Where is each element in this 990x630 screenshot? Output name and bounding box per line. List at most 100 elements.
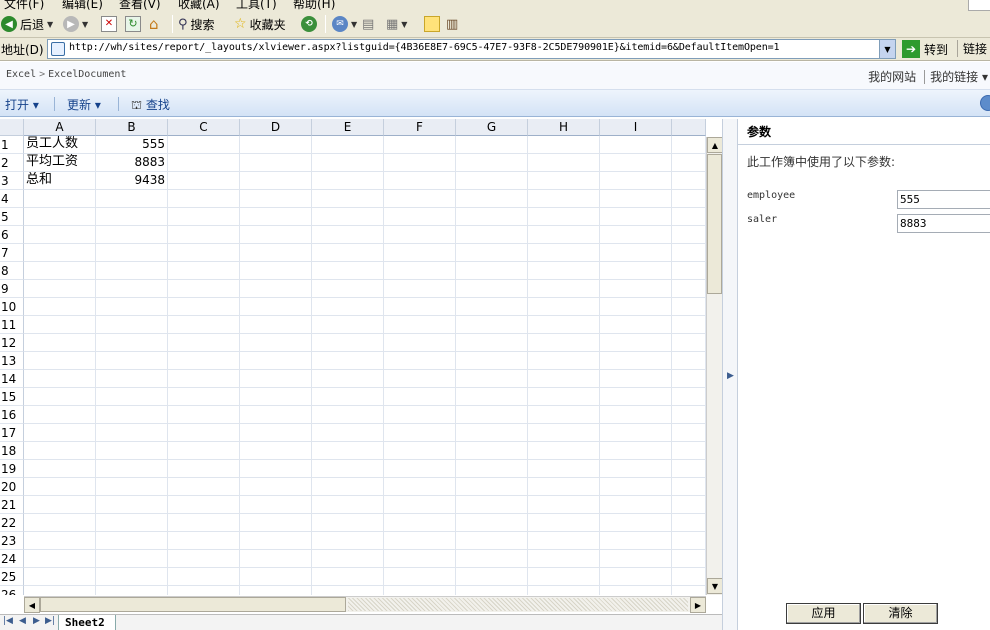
stop-button[interactable]: ✕ [101, 14, 117, 34]
cell[interactable] [600, 424, 672, 442]
cell[interactable] [96, 460, 168, 478]
cell[interactable] [384, 406, 456, 424]
cell[interactable] [240, 550, 312, 568]
cell[interactable] [24, 262, 96, 280]
cell[interactable] [384, 424, 456, 442]
cell[interactable] [600, 262, 672, 280]
address-dropdown-icon[interactable]: ▼ [879, 40, 895, 58]
cell[interactable] [168, 586, 240, 595]
cell[interactable] [672, 280, 706, 298]
cell[interactable] [240, 442, 312, 460]
cell[interactable] [168, 172, 240, 190]
cell[interactable] [672, 424, 706, 442]
cell[interactable] [312, 262, 384, 280]
cell[interactable] [528, 514, 600, 532]
cell[interactable] [528, 298, 600, 316]
cell[interactable] [384, 532, 456, 550]
row-header-4[interactable]: 4 [0, 190, 24, 208]
row-header-22[interactable]: 22 [0, 514, 24, 532]
cell[interactable] [240, 496, 312, 514]
cell[interactable] [312, 208, 384, 226]
cell[interactable] [168, 262, 240, 280]
row-header-24[interactable]: 24 [0, 550, 24, 568]
cell[interactable] [672, 442, 706, 460]
cell[interactable] [312, 442, 384, 460]
cell[interactable] [384, 190, 456, 208]
row-header-18[interactable]: 18 [0, 442, 24, 460]
cell[interactable] [600, 442, 672, 460]
row-header-1[interactable]: 1 [0, 136, 24, 154]
cell[interactable] [96, 568, 168, 586]
horizontal-scroll-thumb[interactable] [40, 597, 346, 612]
cell[interactable] [600, 136, 672, 154]
cell[interactable] [96, 406, 168, 424]
cell[interactable] [312, 424, 384, 442]
cell[interactable] [600, 280, 672, 298]
cell[interactable] [528, 460, 600, 478]
cell[interactable] [600, 334, 672, 352]
cell[interactable] [312, 532, 384, 550]
cell[interactable] [672, 496, 706, 514]
cell[interactable] [24, 352, 96, 370]
cell[interactable] [600, 550, 672, 568]
cell[interactable] [672, 298, 706, 316]
cell[interactable] [600, 316, 672, 334]
cell[interactable] [240, 586, 312, 595]
cell[interactable] [384, 334, 456, 352]
cell[interactable] [528, 190, 600, 208]
cell[interactable] [384, 478, 456, 496]
cell[interactable] [600, 532, 672, 550]
cell[interactable] [456, 244, 528, 262]
cell[interactable] [528, 370, 600, 388]
cell[interactable] [24, 406, 96, 424]
cell[interactable] [600, 568, 672, 586]
cell[interactable] [456, 208, 528, 226]
cell[interactable] [384, 352, 456, 370]
cell[interactable] [168, 388, 240, 406]
menu-view[interactable]: 查看(V) [119, 0, 161, 11]
cell[interactable] [456, 226, 528, 244]
cell[interactable] [384, 496, 456, 514]
cell[interactable] [168, 334, 240, 352]
menu-favorites[interactable]: 收藏(A) [178, 0, 220, 11]
cell[interactable] [24, 370, 96, 388]
cell[interactable] [528, 136, 600, 154]
param-employee-input[interactable]: 555 [897, 190, 990, 209]
cell[interactable] [312, 298, 384, 316]
cell[interactable] [312, 280, 384, 298]
cell-a2[interactable]: 平均工资 [24, 154, 96, 172]
cell[interactable] [168, 190, 240, 208]
cell[interactable] [96, 226, 168, 244]
cell[interactable] [600, 154, 672, 172]
menu-file[interactable]: 文件(F) [4, 0, 44, 11]
cell[interactable] [240, 172, 312, 190]
cell[interactable] [528, 280, 600, 298]
cell[interactable] [24, 424, 96, 442]
cell[interactable] [672, 334, 706, 352]
cell[interactable] [456, 334, 528, 352]
cell[interactable] [240, 424, 312, 442]
cell[interactable] [312, 136, 384, 154]
cell[interactable] [96, 280, 168, 298]
cell[interactable] [96, 496, 168, 514]
discuss-button[interactable] [424, 14, 440, 34]
links-button[interactable]: 链接 [957, 40, 987, 57]
cell[interactable] [528, 262, 600, 280]
cell[interactable] [384, 262, 456, 280]
cell[interactable] [384, 244, 456, 262]
cell[interactable] [240, 352, 312, 370]
cell[interactable] [528, 406, 600, 424]
cell[interactable] [312, 334, 384, 352]
update-menu-button[interactable]: 更新 ▾ [67, 96, 101, 113]
spreadsheet-grid[interactable]: ABCDEFGHI 1 2 3 4 5 6 7 8 9 10 11 12 13 14 15 16 17 18 19 2… [0, 119, 706, 595]
row-header-9[interactable]: 9 [0, 280, 24, 298]
cell[interactable] [24, 532, 96, 550]
cell[interactable] [528, 568, 600, 586]
scroll-up-icon[interactable]: ▲ [707, 137, 723, 153]
cell[interactable] [96, 190, 168, 208]
cell[interactable] [528, 478, 600, 496]
cell[interactable] [168, 244, 240, 262]
cell[interactable] [600, 460, 672, 478]
back-dropdown-icon[interactable]: ▼ [47, 20, 53, 29]
find-button[interactable]: ⛫ 查找 [131, 96, 170, 114]
